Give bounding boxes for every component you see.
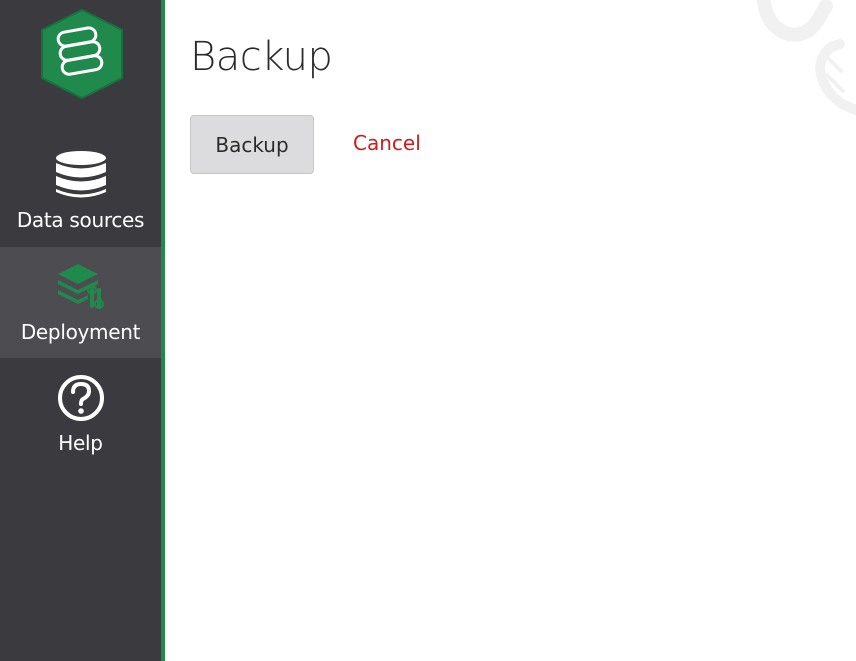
app-window: Data sources Deployment Help Backup Back… [0, 0, 856, 661]
database-icon [53, 147, 109, 203]
sidebar-item-data-sources[interactable]: Data sources [0, 135, 161, 246]
deployment-layers-icon [53, 259, 109, 315]
sidebar-item-deployment[interactable]: Deployment [0, 247, 161, 358]
backup-button[interactable]: Backup [190, 115, 314, 174]
sidebar-item-label: Help [58, 431, 103, 455]
cancel-link[interactable]: Cancel [353, 131, 421, 155]
background-watermark-icon [736, 0, 856, 120]
sidebar-item-label: Deployment [20, 320, 141, 344]
sidebar: Data sources Deployment Help [0, 0, 165, 661]
app-logo-icon[interactable] [38, 8, 126, 100]
help-circle-icon [53, 370, 109, 426]
sidebar-item-label: Data sources [16, 208, 145, 232]
page-title: Backup [190, 34, 333, 80]
sidebar-item-help[interactable]: Help [0, 358, 161, 469]
